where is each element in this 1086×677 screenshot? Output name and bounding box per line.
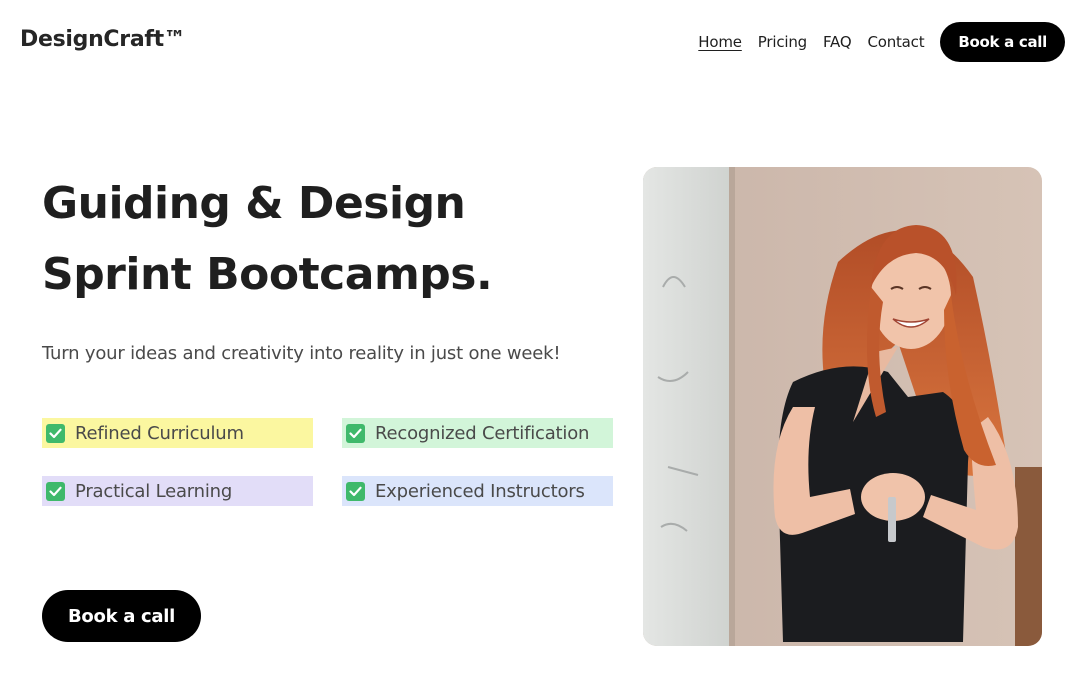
hero-photo <box>643 167 1042 646</box>
nav-link-contact[interactable]: Contact <box>867 33 924 51</box>
feature-refined-curriculum: Refined Curriculum <box>42 418 313 448</box>
landing-page: DesignCraft™ Home Pricing FAQ Contact Bo… <box>0 0 1086 677</box>
nav-link-pricing[interactable]: Pricing <box>758 33 807 51</box>
feature-experienced-instructors: Experienced Instructors <box>342 476 613 506</box>
check-icon <box>46 481 65 501</box>
feature-label: Experienced Instructors <box>375 480 585 502</box>
brand-logo[interactable]: DesignCraft™ <box>20 27 186 52</box>
feature-label: Practical Learning <box>75 480 233 502</box>
feature-label: Recognized Certification <box>375 422 590 444</box>
check-icon <box>346 423 365 443</box>
feature-label: Refined Curriculum <box>75 422 244 444</box>
hero-photo-illustration <box>643 167 1042 646</box>
main-nav: Home Pricing FAQ Contact Book a call <box>698 22 1065 62</box>
feature-recognized-certification: Recognized Certification <box>342 418 613 448</box>
hero-subtitle: Turn your ideas and creativity into real… <box>42 343 561 364</box>
nav-book-call-button[interactable]: Book a call <box>940 22 1065 62</box>
hero-book-call-button[interactable]: Book a call <box>42 590 201 642</box>
feature-practical-learning: Practical Learning <box>42 476 313 506</box>
check-icon <box>46 423 65 443</box>
hero-title-line-2: Sprint Bootcamps. <box>42 249 493 300</box>
hero-title-line-1: Guiding & Design <box>42 178 466 229</box>
nav-link-faq[interactable]: FAQ <box>823 33 852 51</box>
hero-title: Guiding & Design Sprint Bootcamps. <box>42 168 602 310</box>
nav-link-home[interactable]: Home <box>698 33 742 51</box>
check-icon <box>346 481 365 501</box>
